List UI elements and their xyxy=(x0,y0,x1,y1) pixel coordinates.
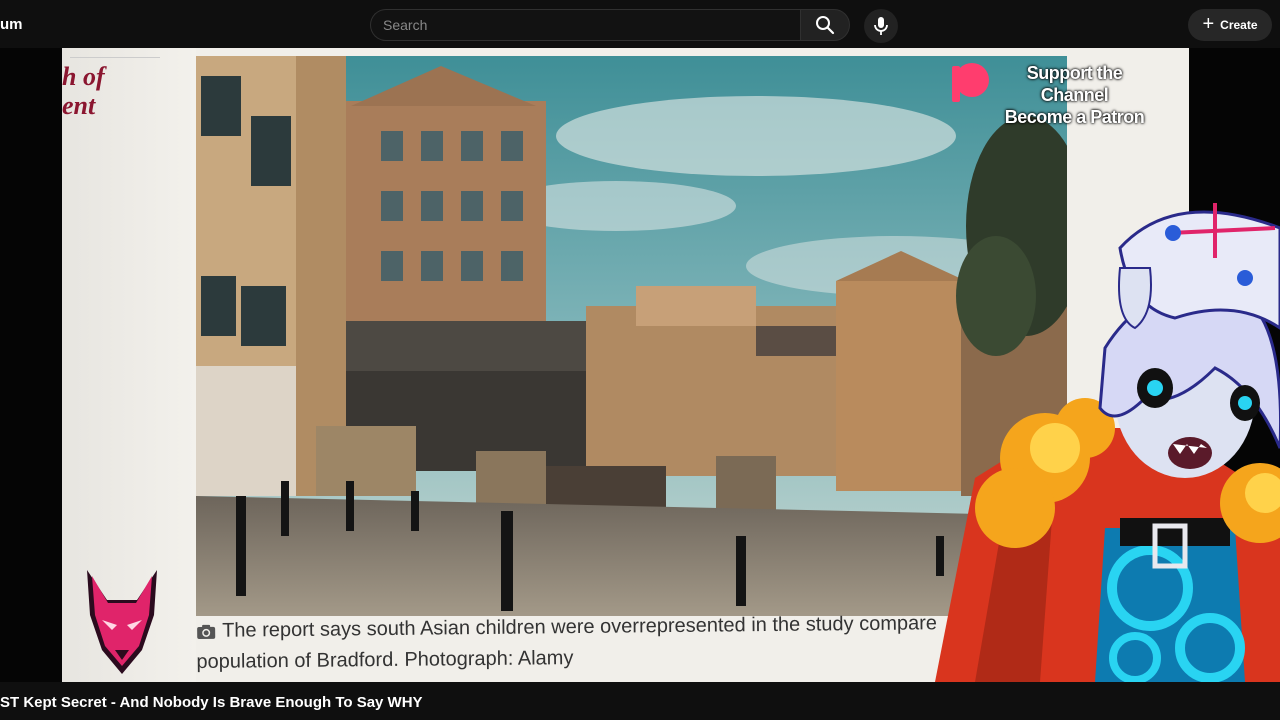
divider xyxy=(70,57,160,58)
video-player[interactable]: h of ent The report says south Asian chi… xyxy=(0,48,1280,682)
top-bar: um + Create xyxy=(0,0,1280,48)
microphone-icon xyxy=(874,17,888,35)
fox-logo-icon xyxy=(87,570,157,674)
patreon-icon xyxy=(952,63,989,102)
camera-icon xyxy=(197,624,216,639)
search-box xyxy=(370,9,850,41)
video-title-bar: ST Kept Secret - And Nobody Is Brave Eno… xyxy=(0,682,1280,720)
channel-logo-fragment[interactable]: um xyxy=(0,16,23,33)
video-title[interactable]: ST Kept Secret - And Nobody Is Brave Eno… xyxy=(0,694,423,711)
vtuber-avatar xyxy=(935,203,1280,682)
create-button[interactable]: + Create xyxy=(1188,9,1272,41)
search-button[interactable] xyxy=(800,9,850,41)
search-input[interactable] xyxy=(370,9,800,41)
patreon-text: Support the Channel Become a Patron xyxy=(1004,63,1145,127)
create-label: Create xyxy=(1220,18,1258,32)
search-icon xyxy=(816,16,835,35)
photo-caption: The report says south Asian children wer… xyxy=(196,612,938,673)
plus-icon: + xyxy=(1202,13,1215,35)
article-headline-fragment: h of ent xyxy=(62,62,105,120)
patreon-overlay[interactable]: Support the Channel Become a Patron xyxy=(950,62,1150,127)
voice-search-button[interactable] xyxy=(864,9,898,43)
